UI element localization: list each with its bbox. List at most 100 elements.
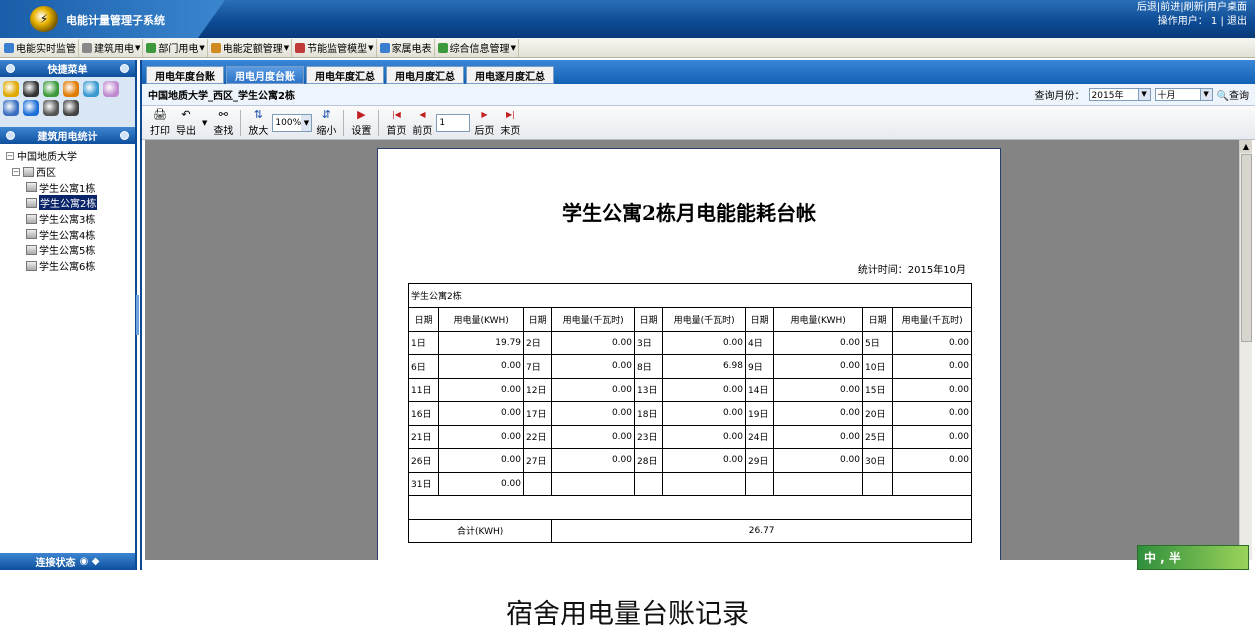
quick-launch-icon[interactable]: [23, 100, 39, 116]
table-spacer-row: [408, 495, 972, 520]
scroll-up-icon[interactable]: ▲: [1240, 140, 1252, 153]
spacer-cell: [408, 495, 972, 520]
print-button[interactable]: 🖨 打印: [148, 108, 172, 137]
binoculars-icon: ⚯: [218, 107, 228, 121]
tree-node-label: 学生公寓1栋: [39, 183, 96, 195]
tree-node[interactable]: 学生公寓1栋: [4, 179, 131, 195]
export-button[interactable]: ↶ 导出: [174, 108, 198, 137]
top-links: 后退|前进|刷新|用户桌面 操作用户： 1 | 退出: [1137, 1, 1247, 29]
quick-launch-icon[interactable]: [103, 81, 119, 97]
quick-launch-icon[interactable]: [63, 100, 79, 116]
divider: [343, 109, 345, 136]
building-stats-header[interactable]: 建筑用电统计: [0, 127, 135, 144]
next-page-button[interactable]: ▶ 后页: [472, 109, 496, 137]
breadcrumb-bar: 中国地质大学_西区_学生公寓2栋 查询月份： 2015年 ▼ 十月 ▼ 🔍查询: [142, 84, 1255, 106]
chevron-down-icon: ▼: [283, 43, 290, 52]
tree-node[interactable]: 学生公寓5栋: [4, 242, 131, 258]
date-cell: 6日: [407, 354, 440, 379]
menu-bar: 电能实时监管 建筑用电 ▼ 部门用电 ▼ 电能定额管理 ▼ 节能监管模型 ▼ 家属电表 综合信息管理…: [0, 38, 1255, 58]
zoom-out-button[interactable]: ⇵ 缩小: [314, 108, 338, 137]
value-cell: [551, 471, 635, 496]
building-icon: [26, 197, 37, 208]
menu-item-3[interactable]: 电能定额管理 ▼: [209, 38, 293, 57]
collapse-icon[interactable]: [120, 131, 129, 140]
menu-item-label: 部门用电: [158, 44, 199, 55]
table-row: 16日 0.00 17日 0.00 18日 0.00 19日 0.00 20日 0.00: [407, 401, 972, 426]
month-select[interactable]: 十月 ▼: [1154, 88, 1213, 101]
sidebar-splitter[interactable]: [136, 295, 139, 335]
monitor-icon: [4, 42, 14, 53]
chevron-down-icon: ▼: [1199, 89, 1212, 100]
operator-info[interactable]: 操作用户： 1 | 退出: [1137, 15, 1247, 29]
tree-node[interactable]: 学生公寓4栋: [4, 226, 131, 242]
collapse-icon[interactable]: [6, 131, 15, 140]
zoom-value: 100%: [275, 117, 302, 128]
quick-launch-icon[interactable]: [23, 81, 39, 97]
value-cell: 0.00: [773, 377, 864, 402]
tab-2[interactable]: 用电年度汇总: [306, 66, 384, 84]
tree-node[interactable]: 学生公寓6栋: [4, 258, 131, 274]
value-cell: 0.00: [662, 448, 746, 473]
find-button[interactable]: ⚯ 查找: [211, 107, 235, 137]
quick-launch-icon[interactable]: [63, 81, 79, 97]
quick-menu-title: 快捷菜单: [47, 65, 88, 76]
last-page-button[interactable]: ▶| 末页: [498, 109, 522, 137]
export-dropdown[interactable]: ▼: [200, 119, 209, 127]
quick-launch-icon[interactable]: [3, 81, 19, 97]
report-viewer[interactable]: 学生公寓2栋月电能能耗台帐 统计时间：2015年10月 学生公寓2栋 日期 用电量(…: [145, 140, 1239, 560]
menu-item-2[interactable]: 部门用电 ▼: [144, 38, 208, 57]
menu-item-label: 综合信息管理: [449, 44, 510, 55]
collapse-toggle-icon[interactable]: −: [12, 167, 20, 176]
table-row: 6日 0.00 7日 0.00 8日 6.98 9日 0.00 10日 0.00: [407, 354, 972, 379]
tree-node[interactable]: 学生公寓2栋: [4, 195, 131, 211]
quick-launch-icon[interactable]: [3, 100, 19, 116]
tab-0[interactable]: 用电年度台账: [146, 66, 224, 84]
prev-page-button[interactable]: ◀ 前页: [410, 109, 434, 137]
vertical-scrollbar[interactable]: ▲: [1239, 140, 1252, 560]
tab-4[interactable]: 用电逐月度汇总: [466, 66, 554, 84]
date-cell: 14日: [744, 377, 775, 402]
value-cell: 0.00: [551, 377, 635, 402]
collapse-icon[interactable]: [6, 64, 15, 73]
menu-item-4[interactable]: 节能监管模型 ▼: [293, 38, 377, 57]
menu-item-0[interactable]: 电能实时监管: [2, 38, 79, 57]
table-building-row: 学生公寓2栋: [408, 283, 972, 308]
year-select[interactable]: 2015年 ▼: [1088, 88, 1151, 101]
zoom-select[interactable]: 100% ▼: [272, 113, 313, 132]
tab-3[interactable]: 用电月度汇总: [386, 66, 464, 84]
column-header: 日期: [862, 306, 894, 332]
collapse-toggle-icon[interactable]: −: [6, 151, 14, 160]
menu-item-label: 建筑用电: [94, 44, 134, 55]
tree-node[interactable]: 学生公寓3栋: [4, 211, 131, 227]
quick-launch-icon[interactable]: [43, 100, 59, 116]
date-cell: 11日: [407, 377, 440, 402]
quick-menu-header[interactable]: 快捷菜单: [0, 60, 135, 77]
quick-launch-icon[interactable]: [43, 81, 59, 97]
tab-1[interactable]: 用电月度台账: [226, 66, 304, 84]
page-number-input[interactable]: 1: [436, 113, 471, 132]
tree-node[interactable]: − 西区: [4, 164, 131, 180]
menu-item-6[interactable]: 综合信息管理 ▼: [436, 38, 519, 57]
column-header: 日期: [523, 306, 553, 332]
zoom-in-button[interactable]: ⇅ 放大: [246, 108, 270, 137]
building-stats-title: 建筑用电统计: [37, 132, 98, 143]
ime-indicator[interactable]: 中 , 半: [1137, 545, 1249, 570]
chevron-down-icon: ▼: [301, 114, 312, 131]
first-page-button[interactable]: |◀ 首页: [384, 109, 408, 137]
menu-item-5[interactable]: 家属电表: [378, 38, 435, 57]
tree-node[interactable]: − 中国地质大学: [4, 148, 131, 164]
chevron-down-icon: ▼: [1137, 89, 1150, 100]
query-button[interactable]: 🔍查询: [1217, 87, 1249, 102]
settings-button[interactable]: ▶ 设置: [349, 108, 373, 137]
find-label: 查找: [213, 125, 234, 137]
menu-item-1[interactable]: 建筑用电 ▼: [80, 38, 144, 57]
collapse-icon[interactable]: [120, 64, 129, 73]
first-page-icon: |◀: [391, 109, 401, 119]
date-cell: [633, 471, 664, 496]
nav-links[interactable]: 后退|前进|刷新|用户桌面: [1137, 1, 1247, 15]
date-cell: 25日: [862, 424, 894, 449]
scroll-thumb[interactable]: [1241, 154, 1252, 342]
quick-launch-icon[interactable]: [83, 81, 99, 97]
value-cell: 0.00: [662, 401, 746, 426]
main-panel: 用电年度台账 用电月度台账 用电年度汇总 用电月度汇总 用电逐月度汇总 中国地质大学_西…: [140, 60, 1255, 570]
